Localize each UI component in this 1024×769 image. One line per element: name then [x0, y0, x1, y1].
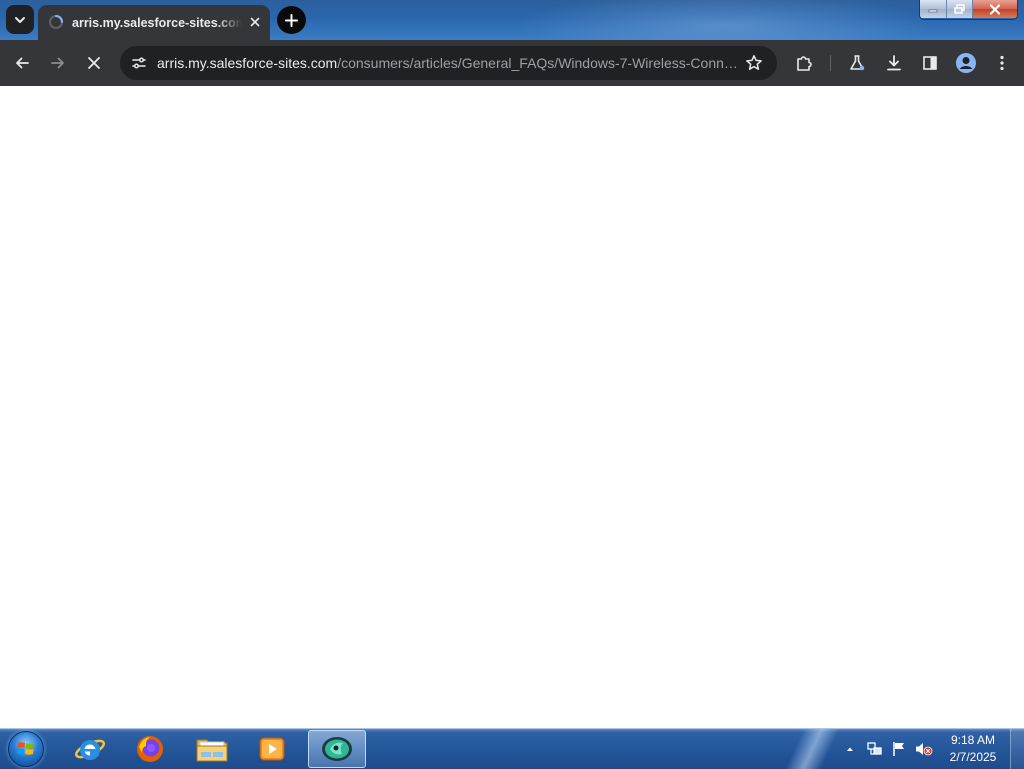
side-panel-icon [923, 56, 937, 70]
downloads-button[interactable] [880, 49, 908, 77]
extensions-button[interactable] [790, 49, 818, 77]
browser-toolbar: arris.my.salesforce-sites.com/consumers/… [0, 40, 1024, 86]
close-icon [250, 17, 260, 27]
show-hidden-icons-button[interactable] [843, 729, 857, 769]
arrow-left-icon [16, 57, 29, 69]
arrow-right-icon [51, 57, 64, 69]
minimize-icon [928, 9, 938, 13]
window-close-button[interactable] [972, 0, 1017, 18]
tray-volume[interactable] [913, 729, 935, 769]
network-icon [867, 742, 882, 755]
loading-spinner-icon [49, 15, 63, 29]
labs-button[interactable] [843, 49, 871, 77]
tab-title: arris.my.salesforce-sites.com/consumers/… [72, 16, 242, 30]
file-explorer-icon [196, 739, 228, 762]
tab-search-button[interactable] [6, 5, 34, 34]
url-text: arris.my.salesforce-sites.com/consumers/… [157, 54, 742, 72]
restore-button[interactable] [946, 0, 972, 18]
address-bar[interactable]: arris.my.salesforce-sites.com/consumers/… [120, 46, 777, 80]
stop-loading-button[interactable] [80, 49, 108, 77]
restore-icon [954, 4, 965, 14]
more-vert-icon [1000, 55, 1004, 71]
tray-action-center[interactable] [889, 729, 909, 769]
clock-date: 2/7/2025 [949, 750, 997, 764]
taskbar-item-firefox[interactable] [122, 730, 178, 768]
taskbar-item-internet-explorer[interactable] [62, 730, 118, 768]
chevron-up-icon [847, 747, 853, 751]
plus-icon [285, 13, 298, 27]
new-tab-button[interactable] [277, 6, 306, 34]
taskbar-item-media-player[interactable] [244, 730, 300, 768]
account-icon [956, 53, 976, 73]
page-content[interactable] [0, 86, 1024, 728]
toolbar-divider [830, 55, 831, 71]
internet-explorer-icon [74, 739, 106, 760]
flag-icon [893, 742, 904, 756]
url-host: arris.my.salesforce-sites.com [157, 55, 338, 71]
forward-button[interactable] [44, 49, 72, 77]
star-icon [746, 55, 762, 70]
volume-muted-icon [916, 743, 933, 756]
taskbar-item-browser[interactable] [308, 730, 366, 768]
clock-time: 9:18 AM [950, 733, 996, 747]
menu-button[interactable] [988, 49, 1016, 77]
titlebar-sheen [514, 0, 934, 40]
profile-button[interactable] [952, 49, 980, 77]
taskbar-item-file-explorer[interactable] [184, 730, 240, 768]
flask-icon [850, 55, 865, 71]
download-icon [887, 55, 901, 71]
url-path: /consumers/articles/General_FAQs/Windows… [337, 55, 742, 71]
tune-icon [132, 57, 146, 69]
tray-network[interactable] [865, 729, 885, 769]
tab-close-button[interactable] [246, 13, 264, 31]
browser-titlebar: arris.my.salesforce-sites.com/consumers/… [0, 0, 1024, 40]
media-player-icon [259, 737, 285, 761]
back-button[interactable] [8, 49, 36, 77]
start-button[interactable] [6, 730, 46, 768]
system-clock[interactable]: 9:18 AM 2/7/2025 [940, 732, 1006, 766]
bookmark-button[interactable] [742, 51, 766, 75]
windows-logo-icon [8, 731, 44, 767]
close-icon [88, 57, 100, 69]
firefox-icon [137, 736, 163, 762]
taskbar: 9:18 AM 2/7/2025 [0, 728, 1024, 769]
close-icon [989, 3, 1001, 15]
taskbar-glare [740, 729, 880, 769]
puzzle-icon [797, 56, 812, 71]
minimize-button[interactable] [920, 0, 946, 18]
chevron-down-icon [15, 16, 25, 23]
window-controls [919, 0, 1018, 20]
show-desktop-button[interactable] [1010, 729, 1024, 769]
site-info-button[interactable] [127, 51, 151, 75]
chrome-app-icon [322, 737, 352, 761]
tab-active[interactable]: arris.my.salesforce-sites.com/consumers/… [38, 5, 270, 40]
side-panel-button[interactable] [916, 49, 944, 77]
